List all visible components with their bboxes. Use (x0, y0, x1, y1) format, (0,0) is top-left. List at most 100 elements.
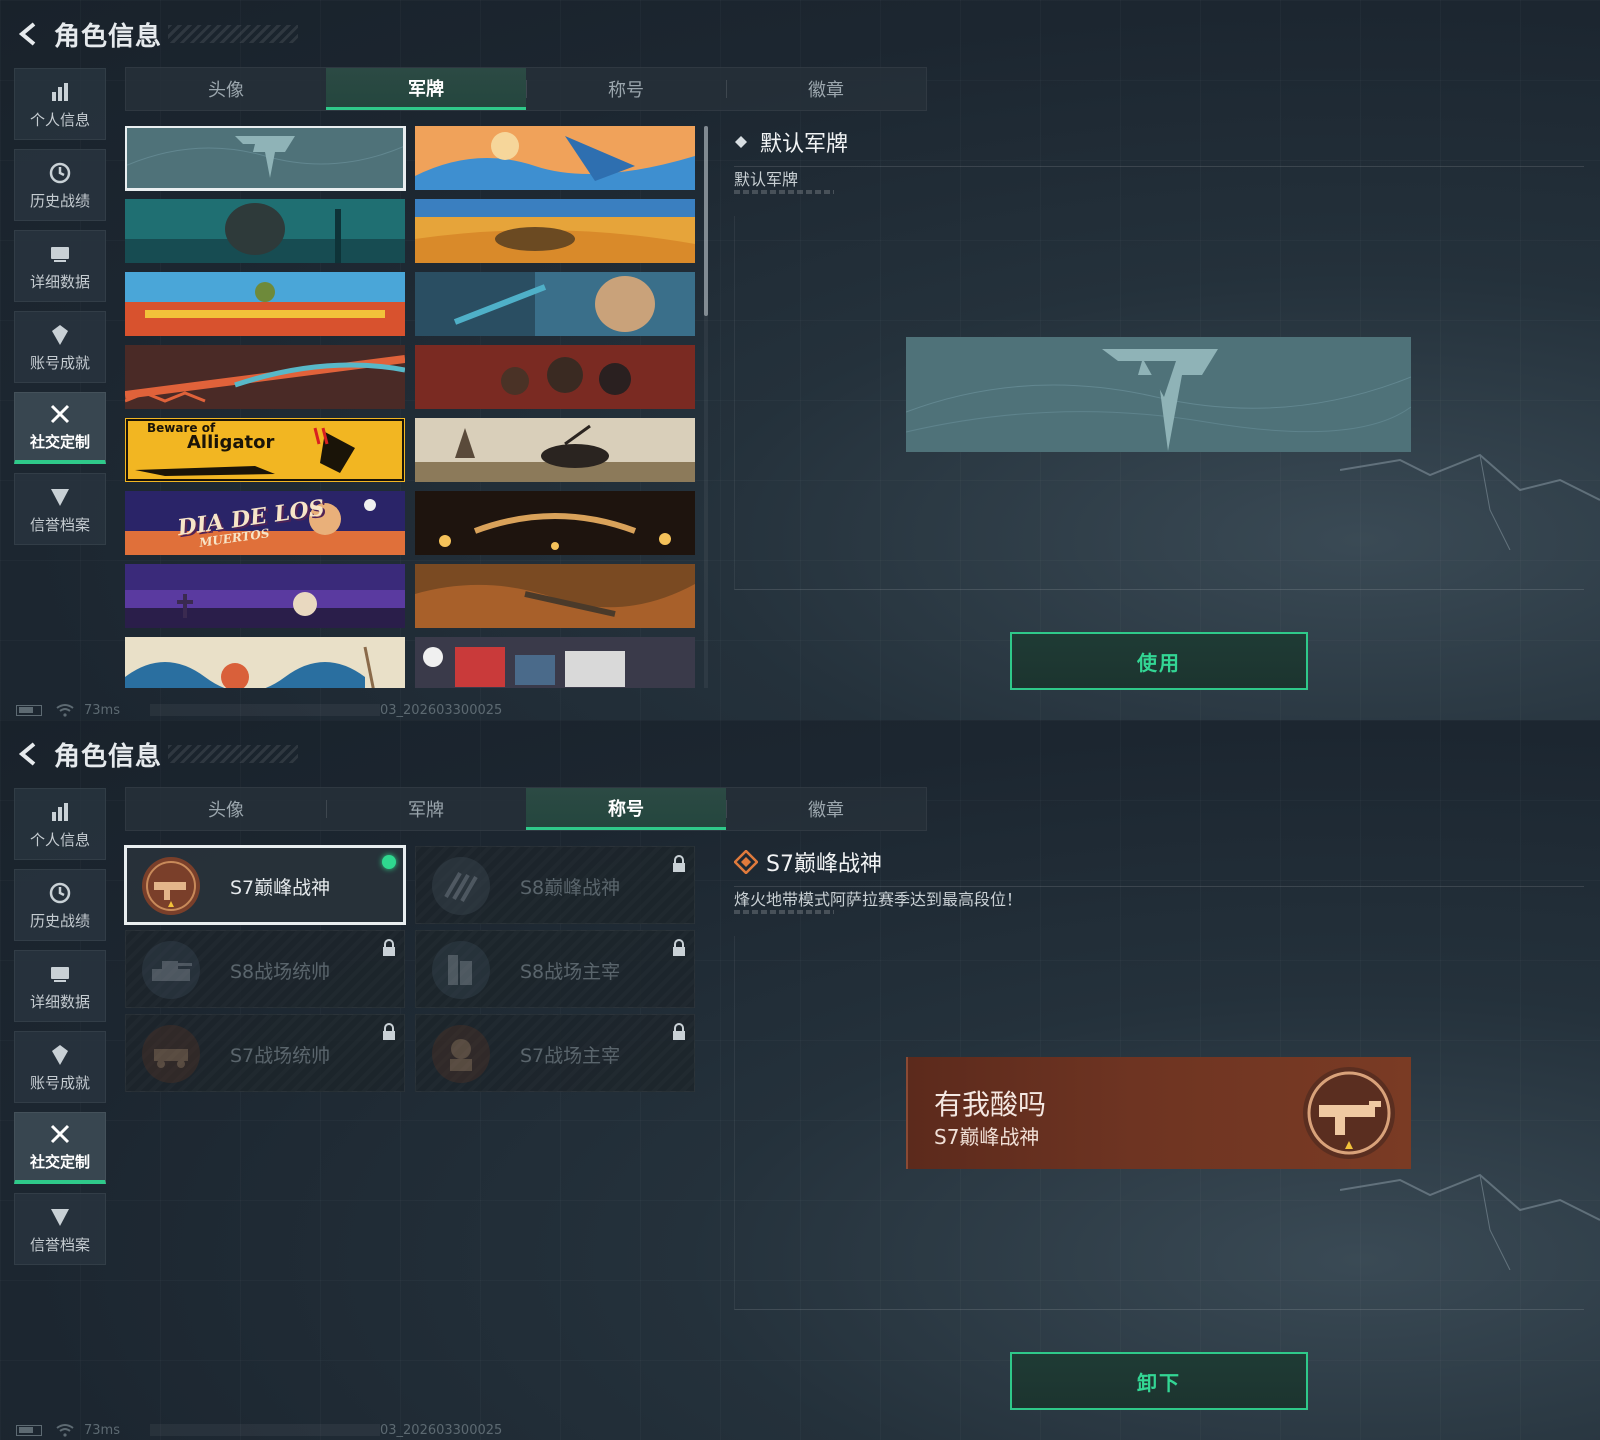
sidebar-item-label: 详细数据 (29, 992, 90, 1011)
sidebar-item-achievements[interactable]: 账号成就 (14, 1031, 106, 1103)
lock-icon (673, 855, 685, 872)
soldier-emblem-icon (430, 1023, 492, 1085)
history-icon (47, 160, 73, 186)
dogtag-card[interactable] (415, 345, 695, 409)
tab-dogtag[interactable]: 军牌 (326, 788, 526, 830)
gun-emblem-icon (1299, 1063, 1399, 1163)
dogtag-card-default[interactable] (125, 126, 406, 191)
title-card[interactable]: S8战场统帅 (125, 930, 405, 1008)
unequip-button[interactable]: 卸下 (1010, 1352, 1308, 1410)
sidebar-item-history[interactable]: 历史战绩 (14, 869, 106, 941)
page-title: 角色信息 (54, 741, 163, 772)
sidebar-item-label: 详细数据 (29, 272, 90, 291)
tab-title[interactable]: 称号 (526, 68, 726, 110)
sidebar-item-details[interactable]: 详细数据 (14, 230, 106, 302)
sidebar: 个人信息 历史战绩 详细数据 账号成就 社交定制 信誉档案 (14, 788, 106, 1274)
dogtag-card[interactable] (125, 564, 405, 628)
ping-value: 73ms (84, 702, 120, 718)
tab-avatar[interactable]: 头像 (126, 788, 326, 830)
stripes-emblem-icon (430, 855, 492, 917)
sidebar-item-achievements[interactable]: 账号成就 (14, 311, 106, 383)
detail-header: S7巅峰战神 (734, 846, 1584, 887)
title-name: S7战场主宰 (520, 1045, 621, 1067)
sidebar-item-label: 社交定制 (29, 1153, 90, 1171)
sidebar-item-label: 社交定制 (29, 433, 90, 451)
diamond-icon (734, 135, 748, 149)
status-bar: 73ms 03_202603300025 (16, 1421, 502, 1439)
dogtag-card-alligator[interactable]: Beware of Alligator (125, 418, 405, 482)
screen-title: 角色信息 个人信息 历史战绩 详细数据 账号成就 社交定制 信誉档案 头像 军牌… (0, 720, 1600, 1440)
title-banner-preview: 有我酸吗 S7巅峰战神 (906, 1057, 1411, 1169)
gun-emblem-icon (140, 855, 202, 917)
title-name: S8战场统帅 (230, 961, 331, 983)
alligator-big-text: Alligator (187, 432, 275, 453)
dogtag-card[interactable] (415, 126, 695, 190)
dogtag-card[interactable] (125, 272, 405, 336)
title-card[interactable]: S7战场主宰 (415, 1014, 695, 1092)
tab-badge[interactable]: 徽章 (726, 788, 926, 830)
tab-badge[interactable]: 徽章 (726, 68, 926, 110)
battery-icon (16, 1424, 42, 1436)
equipped-indicator (382, 855, 396, 869)
back-arrow-icon[interactable] (14, 19, 44, 49)
sidebar-item-profile[interactable]: 个人信息 (14, 68, 106, 140)
banner-quote: 有我酸吗 (934, 1088, 1047, 1121)
lock-icon (673, 1023, 685, 1040)
tank-emblem-icon (140, 939, 202, 1001)
dogtag-card[interactable] (415, 418, 695, 482)
tab-title[interactable]: 称号 (526, 788, 726, 830)
dogtag-card[interactable] (415, 491, 695, 555)
sidebar-item-credit[interactable]: 信誉档案 (14, 473, 106, 545)
title-decoration (168, 745, 299, 763)
data-icon (47, 241, 73, 267)
dogtag-card[interactable] (125, 199, 405, 263)
sidebar-item-label: 账号成就 (29, 353, 90, 372)
sidebar-item-details[interactable]: 详细数据 (14, 950, 106, 1022)
tools-icon (47, 401, 73, 427)
page-title: 角色信息 (54, 21, 163, 52)
back-arrow-icon[interactable] (14, 739, 44, 769)
sidebar-item-social[interactable]: 社交定制 (14, 1112, 106, 1184)
sidebar-item-credit[interactable]: 信誉档案 (14, 1193, 106, 1265)
title-card[interactable]: S7巅峰战神 (124, 845, 406, 925)
use-button[interactable]: 使用 (1010, 632, 1308, 690)
lock-icon (383, 939, 395, 956)
sidebar-item-label: 账号成就 (29, 1073, 90, 1092)
dogtag-card-dia[interactable]: DIA DE LOS MUERTOS (125, 491, 405, 555)
sidebar-item-label: 历史战绩 (29, 191, 90, 210)
scrollbar[interactable] (704, 126, 708, 688)
lock-icon (673, 939, 685, 956)
ping-value: 73ms (84, 1422, 120, 1438)
sidebar-item-social[interactable]: 社交定制 (14, 392, 106, 464)
dogtag-card[interactable] (415, 564, 695, 628)
title-card[interactable]: S8巅峰战神 (415, 846, 695, 924)
scroll-thumb[interactable] (704, 126, 708, 316)
tools-icon (47, 1121, 73, 1147)
history-icon (47, 880, 73, 906)
dogtag-card[interactable] (415, 637, 695, 688)
sidebar: 个人信息 历史战绩 详细数据 账号成就 社交定制 信誉档案 (14, 68, 106, 554)
dogtag-card[interactable] (415, 272, 695, 336)
tab-dogtag[interactable]: 军牌 (326, 68, 526, 110)
tab-avatar[interactable]: 头像 (126, 68, 326, 110)
title-card[interactable]: S7战场统帅 (125, 1014, 405, 1092)
data-icon (47, 961, 73, 987)
title-name: S8战场主宰 (520, 961, 621, 983)
title-card[interactable]: S8战场主宰 (415, 930, 695, 1008)
build-id: 03_202603300025 (379, 702, 503, 718)
header: 角色信息 (14, 14, 299, 54)
detail-description: 烽火地带模式阿萨拉赛季达到最高段位！ (734, 890, 1023, 909)
title-name: S7巅峰战神 (230, 877, 331, 899)
dogtag-card[interactable] (415, 199, 695, 263)
rank-diamond-icon (734, 850, 758, 874)
sidebar-item-label: 信誉档案 (29, 1235, 90, 1254)
detail-title: 默认军牌 (760, 132, 849, 157)
sidebar-item-label: 信誉档案 (29, 515, 90, 534)
sidebar-item-history[interactable]: 历史战绩 (14, 149, 106, 221)
dogtag-card[interactable] (125, 637, 405, 688)
sidebar-item-profile[interactable]: 个人信息 (14, 788, 106, 860)
screen-dogtag: 角色信息 个人信息 历史战绩 详细数据 账号成就 社交定制 信誉档案 头像 军牌… (0, 0, 1600, 720)
detail-description: 默认军牌 (734, 170, 799, 189)
dogtag-card[interactable] (125, 345, 405, 409)
description-dots (734, 190, 834, 194)
